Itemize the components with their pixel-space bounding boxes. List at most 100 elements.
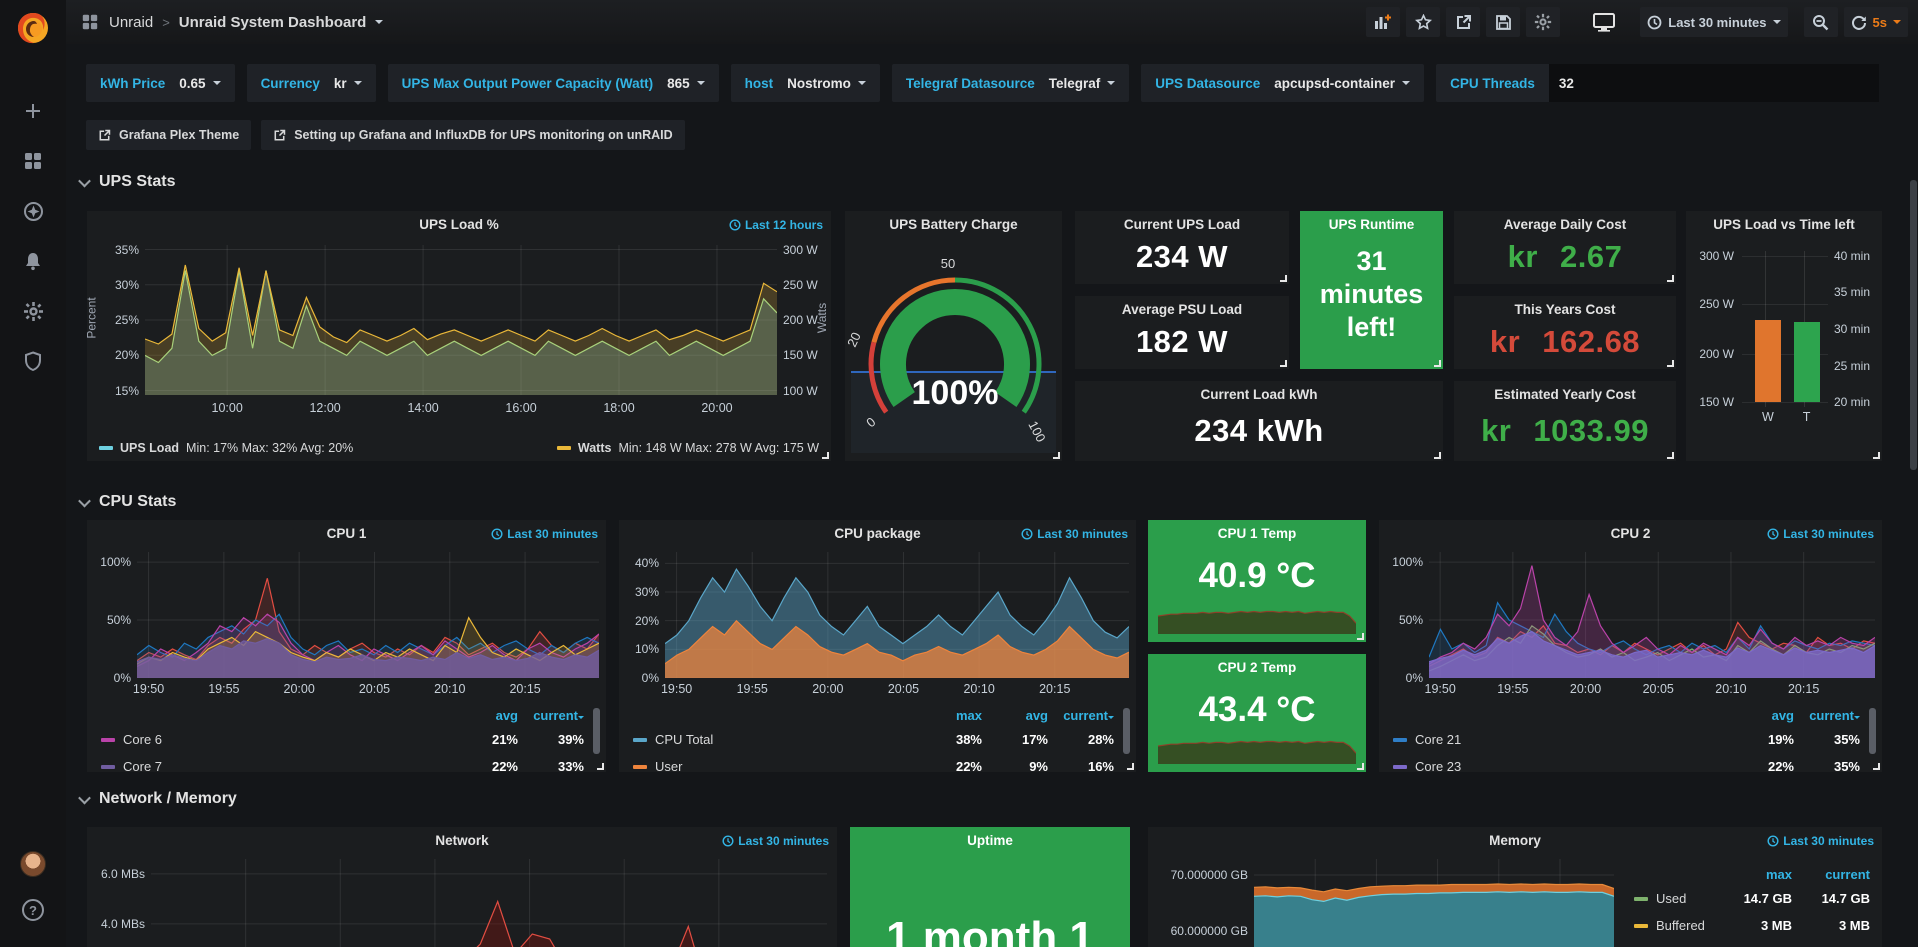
legend-series-name[interactable]: CPU Total: [633, 732, 916, 747]
panel-title[interactable]: Estimated Yearly Cost: [1454, 387, 1676, 402]
breadcrumb-root[interactable]: Unraid: [109, 14, 153, 31]
panel-resize-handle[interactable]: [1667, 452, 1674, 459]
bar-watts[interactable]: W: [1755, 320, 1781, 402]
panel-resize-handle[interactable]: [597, 763, 604, 770]
panel-time-range[interactable]: Last 12 hours: [729, 218, 823, 232]
variable-ups-max-output[interactable]: UPS Max Output Power Capacity (Watt) 865: [388, 64, 719, 102]
legend-series-name[interactable]: Core 7: [101, 759, 452, 774]
bar-time-left[interactable]: T: [1794, 322, 1820, 403]
panel-title[interactable]: Current UPS Load: [1075, 217, 1289, 232]
panel-title[interactable]: CPU 1 Temp: [1148, 526, 1366, 541]
panel-resize-handle[interactable]: [1667, 275, 1674, 282]
panel-resize-handle[interactable]: [1280, 275, 1287, 282]
alerts-bell-icon[interactable]: [22, 250, 44, 272]
legend-series-name[interactable]: Buffered: [1634, 918, 1714, 933]
variable-telegraf-datasource[interactable]: Telegraf Datasource Telegraf: [892, 64, 1129, 102]
network-chart[interactable]: [151, 859, 827, 947]
cpu2-chart[interactable]: [1429, 552, 1875, 678]
legend-scrollbar[interactable]: [1123, 708, 1130, 754]
panel-title[interactable]: UPS Load vs Time left: [1686, 217, 1882, 232]
panel-resize-handle[interactable]: [1873, 763, 1880, 770]
panel-title[interactable]: UPS Load %: [87, 217, 831, 232]
panel-resize-handle[interactable]: [822, 452, 829, 459]
apps-grid-icon[interactable]: [80, 12, 100, 32]
memory-chart[interactable]: [1254, 859, 1614, 947]
dashboards-icon[interactable]: [22, 150, 44, 172]
panel-resize-handle[interactable]: [1667, 360, 1674, 367]
legend-header-avg[interactable]: avg: [452, 708, 518, 723]
legend-series-name[interactable]: Core 23: [1393, 759, 1728, 774]
zoom-out-button[interactable]: [1804, 7, 1838, 37]
legend-header-current[interactable]: current: [1792, 867, 1870, 882]
panel-resize-handle[interactable]: [1357, 633, 1364, 640]
explore-icon[interactable]: [22, 200, 44, 222]
panel-title[interactable]: UPS Battery Charge: [845, 217, 1062, 232]
cpu-package-chart[interactable]: [665, 552, 1129, 678]
panel-resize-handle[interactable]: [1127, 763, 1134, 770]
panel-time-range[interactable]: Last 30 minutes: [491, 527, 598, 541]
panel-resize-handle[interactable]: [1434, 452, 1441, 459]
page-scrollbar-thumb[interactable]: [1910, 180, 1917, 470]
caret-down-icon[interactable]: [375, 20, 383, 28]
legend-item-watts[interactable]: Watts Min: 148 W Max: 278 W Avg: 175 W: [557, 441, 819, 455]
dashboard-settings-gear-icon[interactable]: [1526, 7, 1560, 37]
panel-time-range[interactable]: Last 30 minutes: [1767, 527, 1874, 541]
panel-resize-handle[interactable]: [1280, 360, 1287, 367]
panel-time-range[interactable]: Last 30 minutes: [722, 834, 829, 848]
legend-scrollbar[interactable]: [593, 708, 600, 754]
shield-icon[interactable]: [22, 350, 44, 372]
panel-resize-handle[interactable]: [1357, 763, 1364, 770]
variable-currency[interactable]: Currency kr: [247, 64, 376, 102]
legend-header-avg[interactable]: avg: [1728, 708, 1794, 723]
panel-time-range[interactable]: Last 30 minutes: [1767, 834, 1874, 848]
panel-title[interactable]: Average Daily Cost: [1454, 217, 1676, 232]
grafana-logo-icon[interactable]: [13, 8, 53, 48]
legend-scrollbar[interactable]: [1869, 708, 1876, 754]
legend-series-name[interactable]: Core 21: [1393, 732, 1728, 747]
ups-load-chart[interactable]: [145, 245, 777, 395]
section-ups-stats[interactable]: UPS Stats: [80, 173, 175, 191]
cpu1-chart[interactable]: [137, 552, 599, 678]
save-button[interactable]: [1486, 7, 1520, 37]
legend-header-max[interactable]: max: [916, 708, 982, 723]
refresh-button[interactable]: 5s: [1844, 7, 1908, 37]
star-button[interactable]: [1406, 7, 1440, 37]
plus-icon[interactable]: [22, 100, 44, 122]
panel-title[interactable]: This Years Cost: [1454, 302, 1676, 317]
cpu-threads-input[interactable]: [1549, 64, 1879, 102]
legend-header-current[interactable]: current: [1794, 708, 1860, 723]
legend-series-name[interactable]: User: [633, 759, 916, 774]
panel-title[interactable]: Uptime: [850, 833, 1130, 848]
section-cpu-stats[interactable]: CPU Stats: [80, 493, 176, 511]
panel-title[interactable]: UPS Runtime: [1300, 217, 1443, 232]
dashboard-title[interactable]: Unraid System Dashboard: [179, 14, 367, 31]
legend-header-current[interactable]: current: [1048, 708, 1114, 723]
link-ups-monitoring-guide[interactable]: Setting up Grafana and InfluxDB for UPS …: [261, 120, 684, 150]
share-button[interactable]: [1446, 7, 1480, 37]
help-icon[interactable]: ?: [22, 899, 44, 921]
add-panel-button[interactable]: [1366, 7, 1400, 37]
legend-series-name[interactable]: Core 6: [101, 732, 452, 747]
variable-host[interactable]: host Nostromo: [731, 64, 880, 102]
bar-chart-plot[interactable]: W T: [1742, 251, 1828, 407]
legend-item-ups-load[interactable]: UPS Load Min: 17% Max: 32% Avg: 20%: [99, 441, 353, 455]
legend-series-name[interactable]: Used: [1634, 891, 1714, 906]
panel-resize-handle[interactable]: [1873, 452, 1880, 459]
avatar[interactable]: [20, 851, 46, 877]
section-network-memory[interactable]: Network / Memory: [80, 790, 237, 808]
time-range-picker[interactable]: Last 30 minutes: [1640, 7, 1787, 37]
settings-gear-icon[interactable]: [22, 300, 44, 322]
panel-title[interactable]: CPU 2 Temp: [1148, 660, 1366, 675]
panel-title[interactable]: Average PSU Load: [1075, 302, 1289, 317]
legend-header-avg[interactable]: avg: [982, 708, 1048, 723]
cycle-view-monitor-icon[interactable]: [1586, 7, 1622, 37]
variable-ups-datasource[interactable]: UPS Datasource apcupsd-container: [1141, 64, 1424, 102]
legend-header-current[interactable]: current: [518, 708, 584, 723]
variable-kwh-price[interactable]: kWh Price 0.65: [86, 64, 235, 102]
link-grafana-plex-theme[interactable]: Grafana Plex Theme: [86, 120, 251, 150]
panel-resize-handle[interactable]: [1434, 360, 1441, 367]
panel-resize-handle[interactable]: [1053, 452, 1060, 459]
legend-header-max[interactable]: max: [1714, 867, 1792, 882]
panel-title[interactable]: Current Load kWh: [1075, 387, 1443, 402]
panel-time-range[interactable]: Last 30 minutes: [1021, 527, 1128, 541]
